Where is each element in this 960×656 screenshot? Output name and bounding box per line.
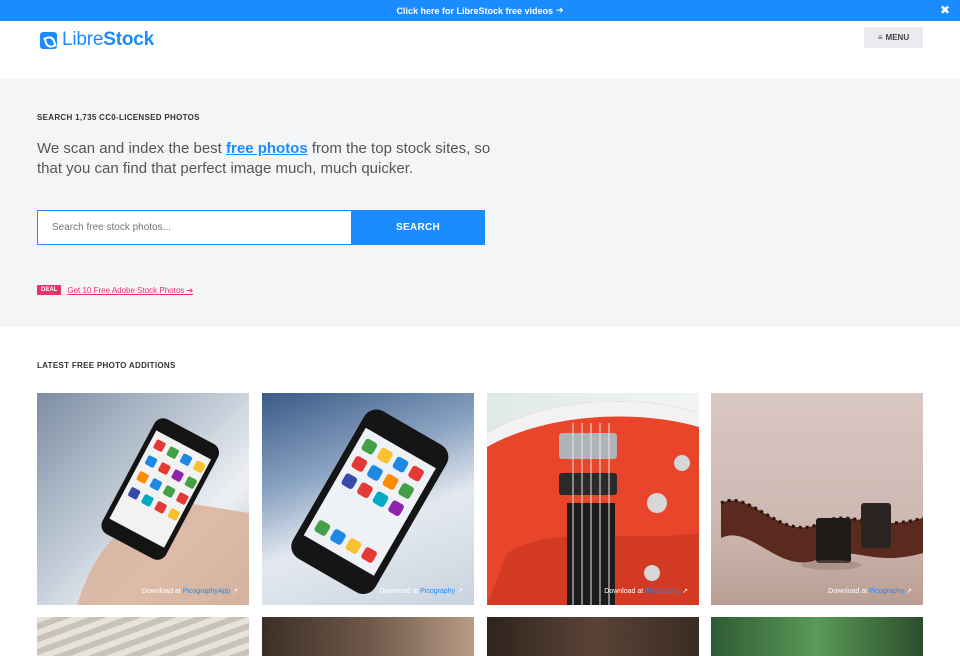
phone-in-hand-image — [77, 418, 249, 605]
logo-wordmark: LibreStock — [62, 29, 154, 50]
external-link-icon: ↗ — [457, 588, 463, 595]
search-button[interactable]: SEARCH — [351, 210, 485, 245]
free-videos-link-text: Click here for LibreStock free videos — [396, 5, 553, 16]
hero-description: We scan and index the best free photos f… — [37, 140, 491, 177]
arrow-right-icon: ➔ — [556, 5, 564, 15]
photo-credit: Download at PicographyApp ↗ — [141, 588, 238, 595]
adobe-stock-deal-link[interactable]: Get 10 Free Adobe Stock Photos ➔ — [67, 286, 193, 295]
menu-label: MENU — [885, 33, 910, 42]
photo-source-link[interactable]: Picography — [420, 588, 455, 595]
external-link-icon: ↗ — [682, 588, 688, 595]
search-input[interactable] — [37, 210, 351, 245]
menu-button[interactable]: ≡ MENU — [864, 27, 923, 48]
external-link-icon: ↗ — [232, 588, 238, 595]
film-roll-image — [720, 499, 923, 570]
site-logo[interactable]: LibreStock — [40, 29, 154, 51]
photo-count-heading: SEARCH 1,735 CC0-LICENSED PHOTOS — [37, 113, 200, 122]
photo-card[interactable]: Download at Picography ↗ — [711, 393, 923, 605]
free-videos-link[interactable]: Click here for LibreStock free videos ➔ — [396, 5, 563, 16]
hero-section: SEARCH 1,735 CC0-LICENSED PHOTOS We scan… — [0, 79, 960, 327]
deal-badge: DEAL — [37, 285, 62, 295]
logo-icon — [40, 31, 57, 49]
announcement-bar: Click here for LibreStock free videos ➔ … — [0, 0, 960, 21]
close-icon[interactable]: ✖ — [940, 3, 950, 17]
deal-promo: DEAL Get 10 Free Adobe Stock Photos ➔ — [37, 285, 193, 295]
external-link-icon: ↗ — [906, 588, 912, 595]
site-header: LibreStock ≡ MENU — [0, 21, 960, 79]
photo-card[interactable] — [37, 617, 249, 656]
photo-card[interactable] — [487, 617, 699, 656]
photo-card[interactable]: Download at Picography ↗ — [262, 393, 474, 605]
latest-photos-heading: LATEST FREE PHOTO ADDITIONS — [37, 361, 176, 370]
photo-card[interactable] — [262, 617, 474, 656]
photo-source-link[interactable]: Picography — [869, 588, 904, 595]
photo-card[interactable]: Download at PicographyApp ↗ — [37, 393, 249, 605]
free-photos-link[interactable]: free photos — [226, 140, 308, 157]
photo-source-link[interactable]: PicographyApp — [183, 588, 230, 595]
hamburger-icon: ≡ — [877, 33, 883, 42]
photo-credit: Download at Picography ↗ — [604, 588, 688, 595]
photo-credit: Download at Picography ↗ — [828, 588, 912, 595]
smartphone-on-desk-image — [291, 409, 449, 594]
photo-source-link[interactable]: Picography — [645, 588, 680, 595]
electric-guitar-image — [487, 401, 699, 605]
photo-card[interactable]: Download at Picography ↗ — [487, 393, 699, 605]
photo-card[interactable] — [711, 617, 923, 656]
photo-credit: Download at Picography ↗ — [379, 588, 463, 595]
